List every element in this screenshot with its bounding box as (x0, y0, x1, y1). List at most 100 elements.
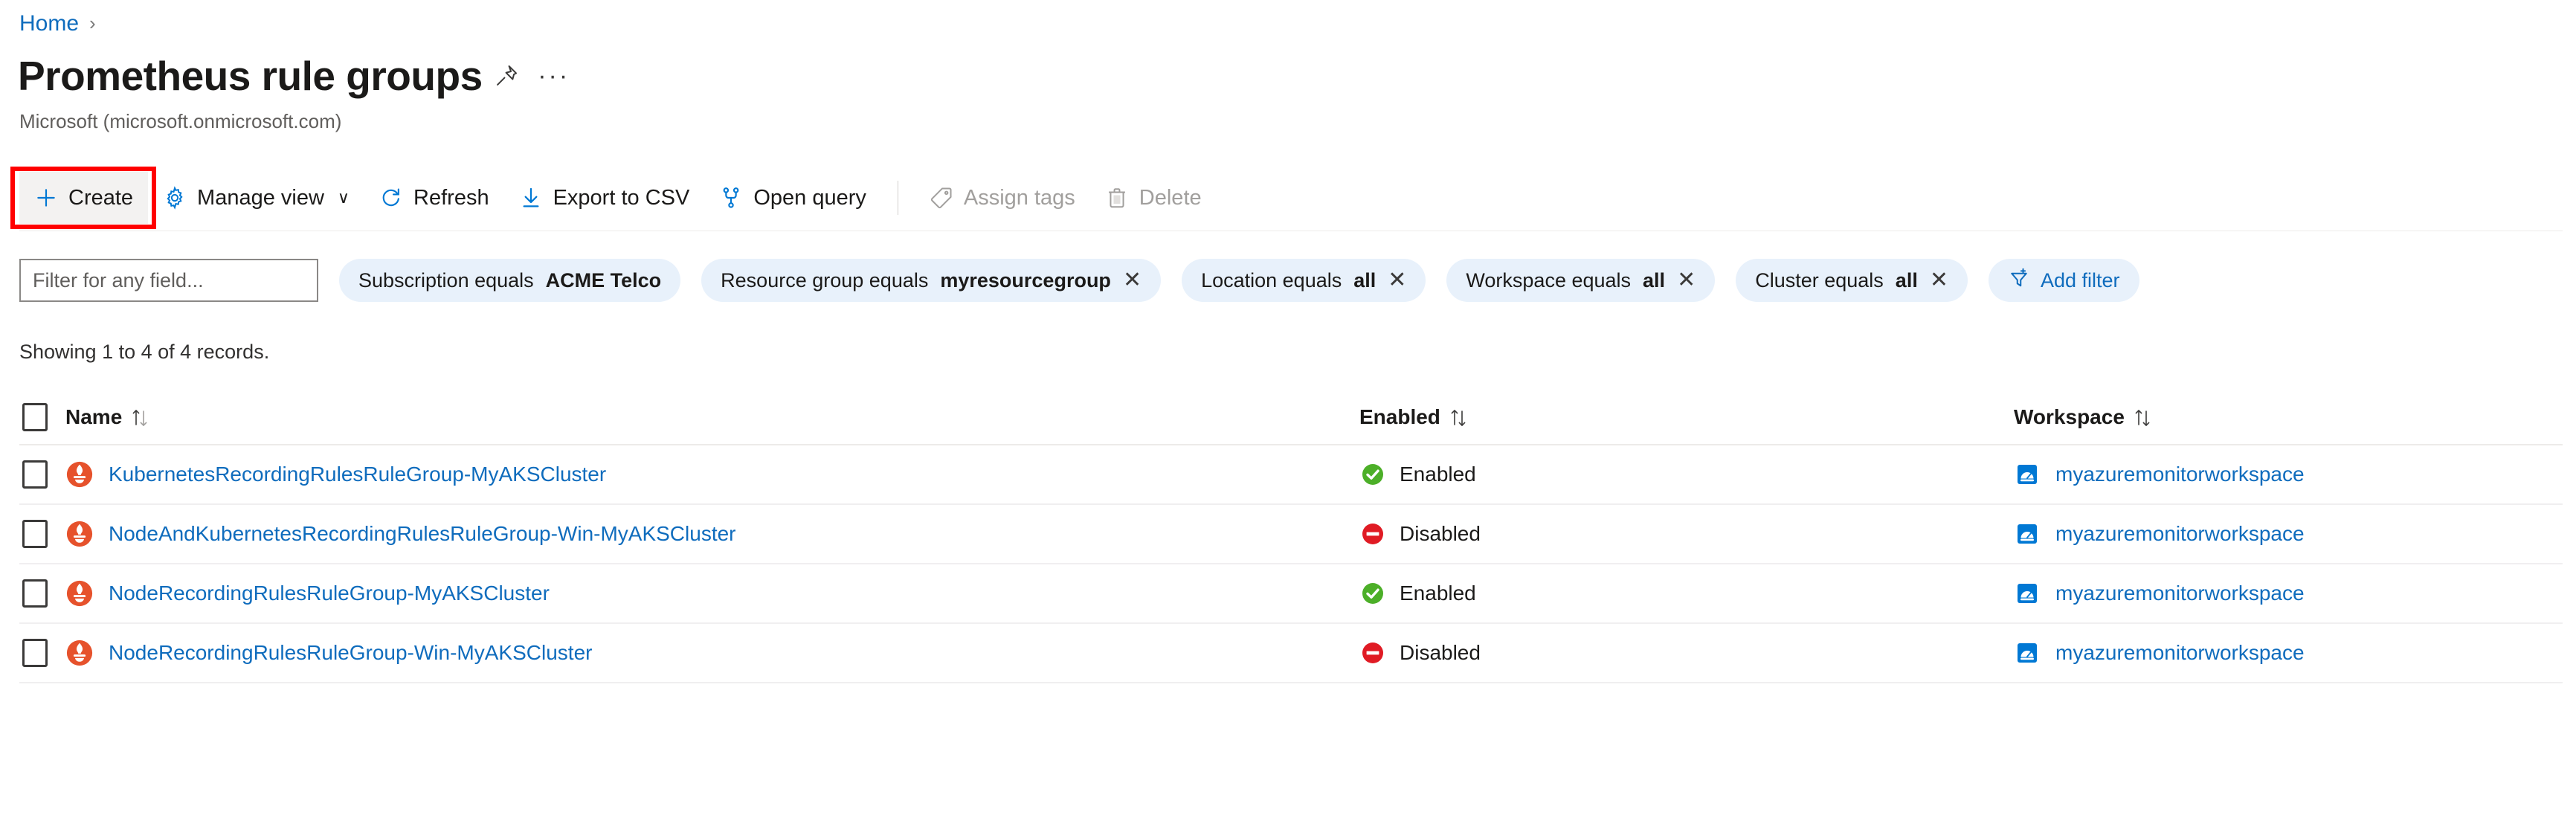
trash-icon (1105, 186, 1129, 210)
page-subtitle: Microsoft (microsoft.onmicrosoft.com) (19, 110, 342, 132)
cell-name: NodeRecordingRulesRuleGroup-Win-MyAKSClu… (65, 639, 1359, 667)
create-button[interactable]: Create (19, 172, 149, 224)
cell-workspace: myazuremonitorworkspace (2014, 461, 2563, 488)
manage-view-label: Manage view (197, 185, 324, 210)
row-checkbox[interactable] (22, 460, 48, 489)
table-row[interactable]: NodeAndKubernetesRecordingRulesRuleGroup… (19, 505, 2563, 564)
filter-pill-subscription[interactable]: Subscription equals ACME Telco (339, 259, 681, 302)
tag-icon (930, 186, 953, 210)
create-button-label: Create (68, 185, 134, 210)
filter-pill-value: ACME Telco (545, 268, 662, 292)
assign-tags-label: Assign tags (963, 185, 1075, 210)
cell-name: NodeRecordingRulesRuleGroup-MyAKSCluster (65, 579, 1359, 608)
column-header-enabled[interactable]: Enabled (1359, 405, 2014, 429)
filter-pill-label: Cluster equals (1755, 268, 1884, 292)
table-header-row: Name Enabled Workspace (19, 390, 2563, 445)
cell-enabled: Enabled (1359, 580, 2014, 607)
refresh-icon (379, 186, 403, 210)
filter-pill-workspace[interactable]: Workspace equals all ✕ (1446, 259, 1716, 302)
check-circle-icon (1359, 580, 1386, 607)
close-icon[interactable]: ✕ (1123, 269, 1142, 292)
close-icon[interactable]: ✕ (1930, 269, 1948, 292)
row-checkbox[interactable] (22, 579, 48, 608)
add-filter-button[interactable]: Add filter (1988, 259, 2139, 302)
prometheus-icon (65, 460, 94, 489)
rule-group-link[interactable]: NodeAndKubernetesRecordingRulesRuleGroup… (109, 522, 736, 546)
filter-pill-label: Resource group equals (721, 268, 929, 292)
chevron-down-icon: ∨ (337, 188, 350, 207)
cell-workspace: myazuremonitorworkspace (2014, 580, 2563, 607)
row-select-cell (19, 460, 65, 489)
manage-view-button[interactable]: Manage view ∨ (148, 172, 364, 224)
gear-icon (163, 186, 187, 210)
azure-monitor-workspace-icon (2014, 461, 2041, 488)
export-to-csv-label: Export to CSV (553, 185, 690, 210)
assign-tags-button[interactable]: Assign tags (915, 172, 1090, 224)
select-all-checkbox[interactable] (22, 403, 48, 431)
table-row[interactable]: KubernetesRecordingRulesRuleGroup-MyAKSC… (19, 445, 2563, 505)
close-icon[interactable]: ✕ (1677, 269, 1696, 292)
refresh-button[interactable]: Refresh (364, 172, 504, 224)
query-icon (719, 186, 743, 210)
page-title: Prometheus rule groups (18, 52, 483, 99)
close-icon[interactable]: ✕ (1388, 269, 1406, 292)
filter-pill-value: all (1353, 268, 1376, 292)
azure-monitor-workspace-icon (2014, 521, 2041, 547)
search-input[interactable] (19, 259, 318, 302)
pin-icon[interactable] (483, 52, 530, 100)
page-header: Prometheus rule groups ··· (18, 52, 578, 100)
export-to-csv-button[interactable]: Export to CSV (504, 172, 705, 224)
status-badge: Enabled (1400, 582, 1476, 605)
filter-bar: Subscription equals ACME Telco Resource … (19, 257, 2139, 304)
rule-group-link[interactable]: NodeRecordingRulesRuleGroup-Win-MyAKSClu… (109, 641, 592, 665)
sort-icon[interactable] (131, 407, 150, 428)
cell-name: KubernetesRecordingRulesRuleGroup-MyAKSC… (65, 460, 1359, 489)
ellipsis-icon[interactable]: ··· (530, 52, 578, 100)
breadcrumb: Home › (19, 11, 96, 36)
breadcrumb-item-home[interactable]: Home (19, 11, 79, 36)
filter-pill-location[interactable]: Location equals all ✕ (1182, 259, 1426, 302)
delete-button[interactable]: Delete (1090, 172, 1217, 224)
row-checkbox[interactable] (22, 639, 48, 667)
block-circle-icon (1359, 640, 1386, 666)
filter-pill-value: all (1643, 268, 1666, 292)
open-query-button[interactable]: Open query (704, 172, 881, 224)
filter-pill-cluster[interactable]: Cluster equals all ✕ (1736, 259, 1968, 302)
chevron-right-icon: › (89, 12, 96, 34)
sort-icon[interactable] (2134, 407, 2153, 428)
workspace-link[interactable]: myazuremonitorworkspace (2055, 641, 2305, 665)
cell-workspace: myazuremonitorworkspace (2014, 521, 2563, 547)
cell-enabled: Disabled (1359, 521, 2014, 547)
workspace-link[interactable]: myazuremonitorworkspace (2055, 582, 2305, 605)
filter-pill-label: Subscription equals (358, 268, 534, 292)
workspace-link[interactable]: myazuremonitorworkspace (2055, 522, 2305, 546)
row-select-cell (19, 579, 65, 608)
select-all-cell (19, 403, 65, 431)
cell-enabled: Enabled (1359, 461, 2014, 488)
row-select-cell (19, 639, 65, 667)
workspace-link[interactable]: myazuremonitorworkspace (2055, 463, 2305, 486)
cell-enabled: Disabled (1359, 640, 2014, 666)
row-checkbox[interactable] (22, 520, 48, 548)
download-icon (519, 186, 543, 210)
refresh-label: Refresh (413, 185, 489, 210)
sort-icon[interactable] (1449, 407, 1469, 428)
row-select-cell (19, 520, 65, 548)
column-header-workspace[interactable]: Workspace (2014, 405, 2563, 429)
filter-pill-label: Workspace equals (1466, 268, 1632, 292)
filter-pill-value: all (1895, 268, 1918, 292)
filter-pill-resource-group[interactable]: Resource group equals myresourcegroup ✕ (701, 259, 1162, 302)
open-query-label: Open query (753, 185, 866, 210)
column-header-name[interactable]: Name (65, 405, 1359, 429)
plus-icon (34, 186, 58, 210)
add-filter-label: Add filter (2040, 268, 2120, 292)
rule-group-link[interactable]: NodeRecordingRulesRuleGroup-MyAKSCluster (109, 582, 550, 605)
rule-group-link[interactable]: KubernetesRecordingRulesRuleGroup-MyAKSC… (109, 463, 606, 486)
records-summary: Showing 1 to 4 of 4 records. (19, 341, 270, 363)
table-row[interactable]: NodeRecordingRulesRuleGroup-MyAKSCluster… (19, 564, 2563, 624)
azure-monitor-workspace-icon (2014, 580, 2041, 607)
table-row[interactable]: NodeRecordingRulesRuleGroup-Win-MyAKSClu… (19, 624, 2563, 683)
prometheus-icon (65, 520, 94, 548)
azure-monitor-workspace-icon (2014, 640, 2041, 666)
filter-pill-value: myresourcegroup (940, 268, 1111, 292)
